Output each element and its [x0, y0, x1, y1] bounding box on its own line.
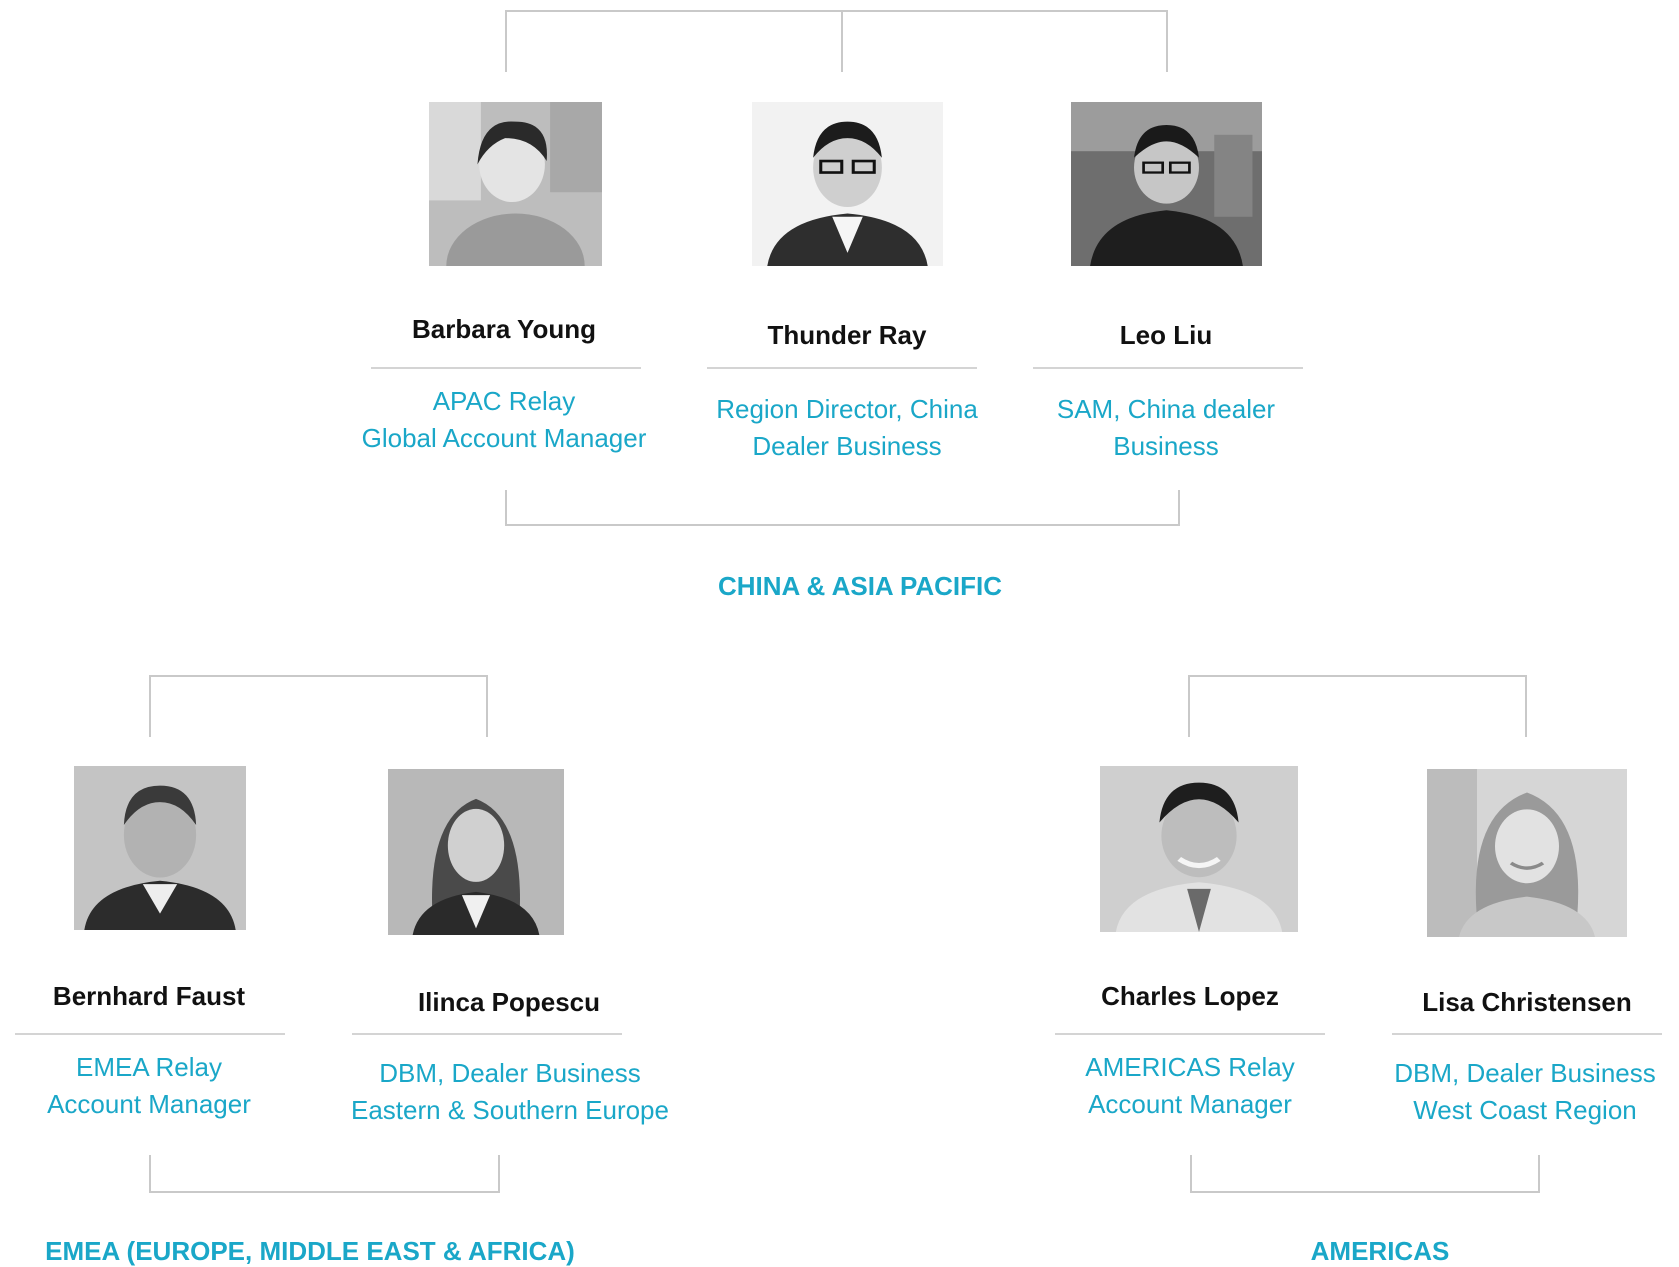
bernhard-faust-name: Bernhard Faust	[52, 981, 246, 1011]
leo-liu-divider	[1033, 367, 1303, 369]
barbara-young-role-line2: Global Account Manager	[361, 423, 647, 453]
bernhard-faust-role-line1: EMEA Relay	[76, 1052, 222, 1082]
ilinca-popescu-divider	[352, 1033, 622, 1035]
lisa-christensen-photo	[1427, 769, 1627, 937]
bernhard-faust-role-line2: Account Manager	[47, 1089, 251, 1119]
americas-region-label: AMERICAS	[1310, 1236, 1450, 1266]
ilinca-popescu-photo	[388, 769, 564, 935]
thunder-ray-divider	[707, 367, 977, 369]
charles-lopez-role-line2: Account Manager	[1088, 1089, 1292, 1119]
lisa-christensen-divider	[1392, 1033, 1662, 1035]
barbara-young-name: Barbara Young	[412, 314, 596, 344]
charles-lopez-role-line1: AMERICAS Relay	[1085, 1052, 1295, 1082]
leo-liu-role-line2: Business	[1113, 431, 1219, 461]
barbara-young-role-line1: APAC Relay	[432, 386, 576, 416]
ilinca-popescu-role-line1: DBM, Dealer Business	[379, 1058, 641, 1088]
thunder-ray-role-line1: Region Director, China	[716, 394, 978, 424]
lisa-christensen-role-line2: West Coast Region	[1413, 1095, 1637, 1125]
thunder-ray-name: Thunder Ray	[767, 320, 927, 350]
bernhard-faust-photo	[74, 766, 246, 930]
thunder-ray-photo	[752, 102, 943, 266]
charles-lopez-name: Charles Lopez	[1101, 981, 1279, 1011]
charles-lopez-divider	[1055, 1033, 1325, 1035]
barbara-young-photo	[429, 102, 602, 266]
lisa-christensen-role-line1: DBM, Dealer Business	[1394, 1058, 1656, 1088]
leo-liu-role-line1: SAM, China dealer	[1056, 394, 1276, 424]
barbara-young-divider	[371, 367, 641, 369]
apac-region-label: CHINA & ASIA PACIFIC	[717, 571, 1003, 601]
emea-region-label: EMEA (EUROPE, MIDDLE EAST & AFRICA)	[45, 1236, 575, 1266]
thunder-ray-role-line2: Dealer Business	[752, 431, 942, 461]
lisa-christensen-name: Lisa Christensen	[1422, 987, 1632, 1017]
leo-liu-name: Leo Liu	[1119, 320, 1213, 350]
charles-lopez-photo	[1100, 766, 1298, 932]
bernhard-faust-divider	[15, 1033, 285, 1035]
ilinca-popescu-role-line2: Eastern & Southern Europe	[351, 1095, 669, 1125]
leo-liu-photo	[1071, 102, 1262, 266]
ilinca-popescu-name: Ilinca Popescu	[417, 987, 601, 1017]
